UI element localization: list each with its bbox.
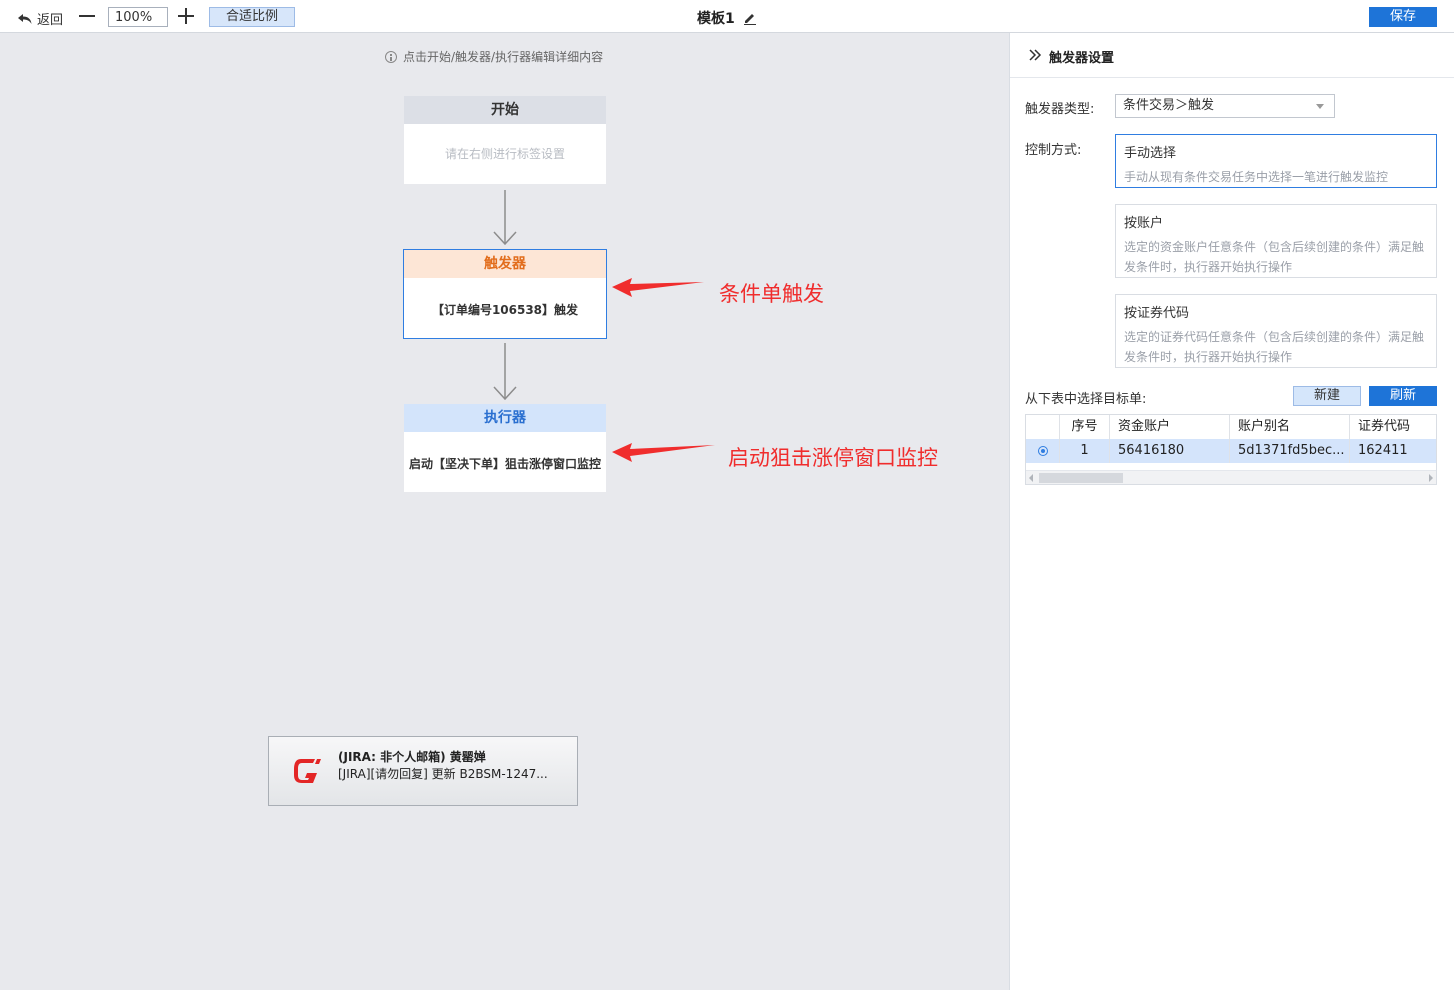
trigger-type-label: 触发器类型:	[1025, 102, 1095, 117]
radio-selected-icon[interactable]	[1037, 446, 1048, 456]
collapse-double-chevron-icon[interactable]	[1027, 47, 1043, 63]
select-target-label: 从下表中选择目标单:	[1025, 392, 1147, 407]
table-cell: 162411	[1358, 443, 1408, 458]
control-option-by-account[interactable]: 按账户 选定的资金账户任意条件（包含后续创建的条件）满足触发条件时，执行器开始执…	[1115, 204, 1437, 278]
mail-app-logo-icon	[294, 759, 321, 783]
horizontal-scrollbar[interactable]	[1026, 470, 1436, 484]
start-node[interactable]: 开始 请在右侧进行标签设置	[404, 96, 606, 184]
table-header-row: 序号 资金账户 账户别名 证券代码	[1026, 415, 1436, 440]
executor-node-title: 执行器	[404, 404, 606, 432]
table-cell: 5d1371fd5bec...	[1230, 439, 1350, 463]
fit-ratio-button[interactable]: 合适比例	[209, 7, 295, 27]
zoom-out-button[interactable]	[78, 7, 96, 25]
option-desc: 选定的资金账户任意条件（包含后续创建的条件）满足触发条件时，执行器开始执行操作	[1124, 240, 1425, 274]
undo-arrow-icon	[18, 13, 32, 24]
executor-node[interactable]: 执行器 启动【坚决下单】狙击涨停窗口监控	[404, 404, 606, 492]
back-button[interactable]: 返回	[17, 9, 63, 28]
panel-title: 触发器设置	[1049, 51, 1115, 66]
scrollbar-thumb[interactable]	[1039, 473, 1123, 483]
template-title-text: 模板1	[697, 11, 735, 27]
trigger-type-value: 条件交易＞触发	[1123, 98, 1215, 113]
table-cell: 56416180	[1110, 439, 1230, 463]
back-label: 返回	[37, 13, 64, 28]
save-button[interactable]: 保存	[1369, 7, 1437, 27]
trigger-type-select[interactable]: 条件交易＞触发	[1115, 94, 1335, 118]
refresh-button[interactable]: 刷新	[1369, 386, 1437, 406]
scroll-left-icon[interactable]	[1029, 474, 1033, 482]
flow-canvas[interactable]: 点击开始/触发器/执行器编辑详细内容 开始 请在右侧进行标签设置 触发器 【订单…	[1, 33, 1009, 989]
scroll-right-icon[interactable]	[1429, 474, 1433, 482]
table-cell: 1	[1060, 439, 1110, 463]
panel-header: 触发器设置	[1010, 33, 1454, 78]
trigger-node-title: 触发器	[404, 250, 606, 278]
option-title: 按证券代码	[1124, 306, 1190, 321]
control-option-manual[interactable]: 手动选择 手动从现有条件交易任务中选择一笔进行触发监控	[1115, 134, 1437, 188]
target-order-table: 序号 资金账户 账户别名 证券代码 1 56416180 5d1371fd5be…	[1025, 414, 1437, 485]
notification-popup[interactable]: (JIRA: 非个人邮箱) 黄罂婵 [JIRA][请勿回复] 更新 B2BSM-…	[268, 736, 578, 806]
option-desc: 手动从现有条件交易任务中选择一笔进行触发监控	[1124, 170, 1389, 184]
notification-text: [JIRA][请勿回复] 更新 B2BSM-1247...	[338, 767, 548, 781]
table-header-cell[interactable]: 证券代码	[1350, 415, 1436, 439]
template-title: 模板1	[697, 8, 757, 28]
trigger-node-body: 【订单编号106538】触发	[431, 303, 579, 317]
control-method-label: 控制方式:	[1025, 143, 1082, 158]
executor-annotation: 启动狙击涨停窗口监控	[728, 446, 938, 470]
zoom-in-button[interactable]	[177, 7, 195, 25]
option-title: 按账户	[1124, 216, 1164, 231]
start-node-body: 请在右侧进行标签设置	[444, 147, 565, 161]
control-option-by-security[interactable]: 按证券代码 选定的证券代码任意条件（包含后续创建的条件）满足触发条件时，执行器开…	[1115, 294, 1437, 368]
table-header-cell[interactable]: 资金账户	[1110, 415, 1230, 439]
dropdown-arrow-icon	[1316, 104, 1324, 109]
table-header-cell[interactable]: 序号	[1060, 415, 1110, 439]
notification-title: (JIRA: 非个人邮箱) 黄罂婵	[338, 750, 486, 764]
canvas-hint: 点击开始/触发器/执行器编辑详细内容	[385, 48, 603, 65]
top-toolbar: 返回 合适比例 模板1 保存	[0, 0, 1454, 33]
table-header-cell[interactable]: 账户别名	[1230, 415, 1350, 439]
option-title: 手动选择	[1124, 146, 1177, 161]
edit-pencil-icon[interactable]	[743, 11, 757, 25]
hint-text: 点击开始/触发器/执行器编辑详细内容	[403, 50, 604, 64]
start-node-title: 开始	[404, 96, 606, 124]
zoom-input[interactable]	[108, 7, 168, 27]
table-header-select	[1026, 415, 1060, 439]
trigger-node[interactable]: 触发器 【订单编号106538】触发	[403, 249, 607, 339]
trigger-settings-panel: 触发器设置 触发器类型: 条件交易＞触发 控制方式: 手动选择 手动从现有条件交…	[1009, 33, 1454, 990]
trigger-annotation: 条件单触发	[719, 282, 824, 306]
executor-node-body: 启动【坚决下单】狙击涨停窗口监控	[408, 457, 601, 471]
new-button[interactable]: 新建	[1293, 386, 1361, 406]
option-desc: 选定的证券代码任意条件（包含后续创建的条件）满足触发条件时，执行器开始执行操作	[1124, 330, 1425, 364]
table-row[interactable]: 1 56416180 5d1371fd5bec... 162411	[1026, 439, 1436, 463]
row-select-cell[interactable]	[1026, 439, 1060, 463]
info-icon	[385, 50, 397, 63]
